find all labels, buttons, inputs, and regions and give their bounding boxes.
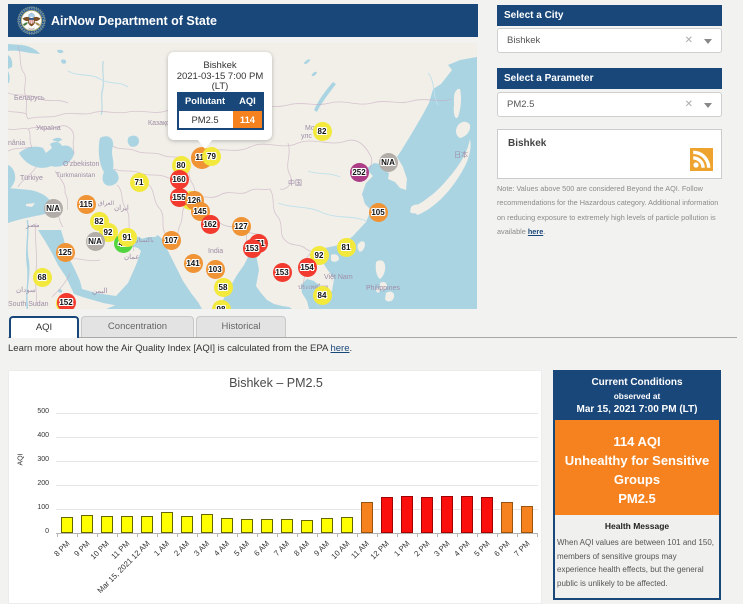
svg-text:عمان: عمان (124, 253, 140, 261)
svg-text:India: India (208, 248, 223, 255)
svg-text:Turkmanistan: Turkmanistan (56, 172, 96, 179)
svg-text:nânia: nânia (8, 140, 25, 147)
svg-text:باكستان: باكستان (134, 237, 154, 244)
svg-text:Україна: Україна (36, 125, 61, 132)
svg-text:اليمن: اليمن (92, 287, 108, 295)
svg-text:South Sudan: South Sudan (8, 301, 49, 308)
svg-text:Беларусь: Беларусь (14, 95, 45, 102)
svg-text:مصر: مصر (25, 222, 40, 229)
svg-text:Việt Nam: Việt Nam (324, 274, 353, 281)
svg-text:ایران: ایران (114, 204, 129, 212)
svg-text:Philippines: Philippines (366, 285, 400, 292)
svg-text:سودان: سودان (16, 286, 36, 294)
svg-text:Türkiye: Türkiye (20, 175, 43, 182)
svg-text:العراق: العراق (98, 200, 114, 207)
svg-text:中国: 中国 (288, 178, 302, 187)
svg-text:O'zbekiston: O'zbekiston (63, 161, 99, 168)
svg-text:улс: улс (301, 133, 312, 140)
svg-text:日本: 日本 (454, 150, 468, 159)
